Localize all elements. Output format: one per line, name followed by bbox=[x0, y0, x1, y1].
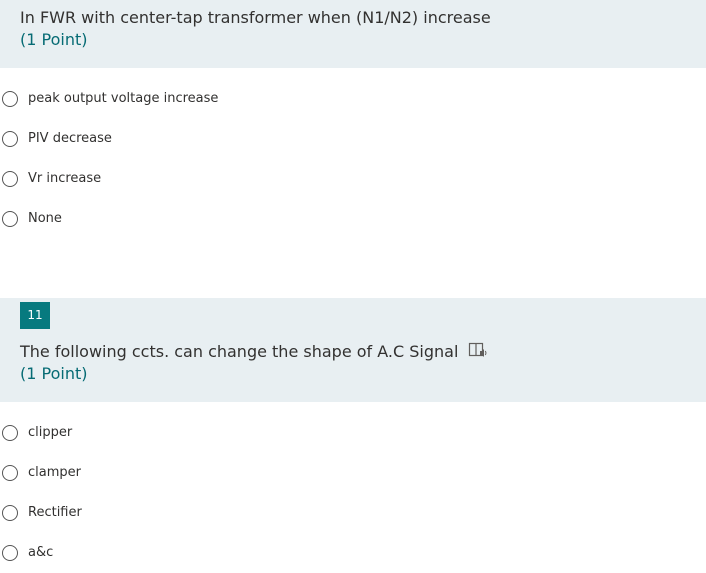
option-peak-output-voltage-increase[interactable]: peak output voltage increase bbox=[0, 89, 260, 109]
radio-button[interactable] bbox=[2, 131, 18, 147]
radio-button[interactable] bbox=[2, 171, 18, 187]
question-points: (1 Point) bbox=[20, 30, 88, 49]
radio-button[interactable] bbox=[2, 465, 18, 481]
option-label: peak output voltage increase bbox=[28, 91, 219, 106]
option-rectifier[interactable]: Rectifier bbox=[0, 503, 160, 523]
option-none[interactable]: None bbox=[0, 209, 160, 229]
option-label: None bbox=[28, 211, 62, 226]
option-label: PIV decrease bbox=[28, 131, 112, 146]
option-label: clipper bbox=[28, 425, 73, 440]
question-title-text: The following ccts. can change the shape… bbox=[20, 342, 459, 361]
question-header: In FWR with center-tap transformer when … bbox=[0, 0, 706, 68]
radio-button[interactable] bbox=[2, 91, 18, 107]
option-clamper[interactable]: clamper bbox=[0, 463, 160, 483]
radio-button[interactable] bbox=[2, 505, 18, 521]
option-piv-decrease[interactable]: PIV decrease bbox=[0, 129, 160, 149]
option-label: clamper bbox=[28, 465, 81, 480]
question-points: (1 Point) bbox=[20, 364, 88, 383]
immersive-reader-icon[interactable] bbox=[468, 341, 488, 359]
option-label: Vr increase bbox=[28, 171, 102, 186]
radio-button[interactable] bbox=[2, 545, 18, 561]
option-clipper[interactable]: clipper bbox=[0, 423, 160, 443]
option-label: Rectifier bbox=[28, 505, 82, 520]
question-number-badge: 11 bbox=[20, 302, 50, 329]
radio-button[interactable] bbox=[2, 211, 18, 227]
question-title: In FWR with center-tap transformer when … bbox=[20, 8, 491, 27]
option-vr-increase[interactable]: Vr increase bbox=[0, 169, 160, 189]
radio-button[interactable] bbox=[2, 425, 18, 441]
question-title: The following ccts. can change the shape… bbox=[20, 341, 488, 363]
option-label: a&c bbox=[28, 545, 54, 560]
option-a-and-c[interactable]: a&c bbox=[0, 543, 160, 563]
